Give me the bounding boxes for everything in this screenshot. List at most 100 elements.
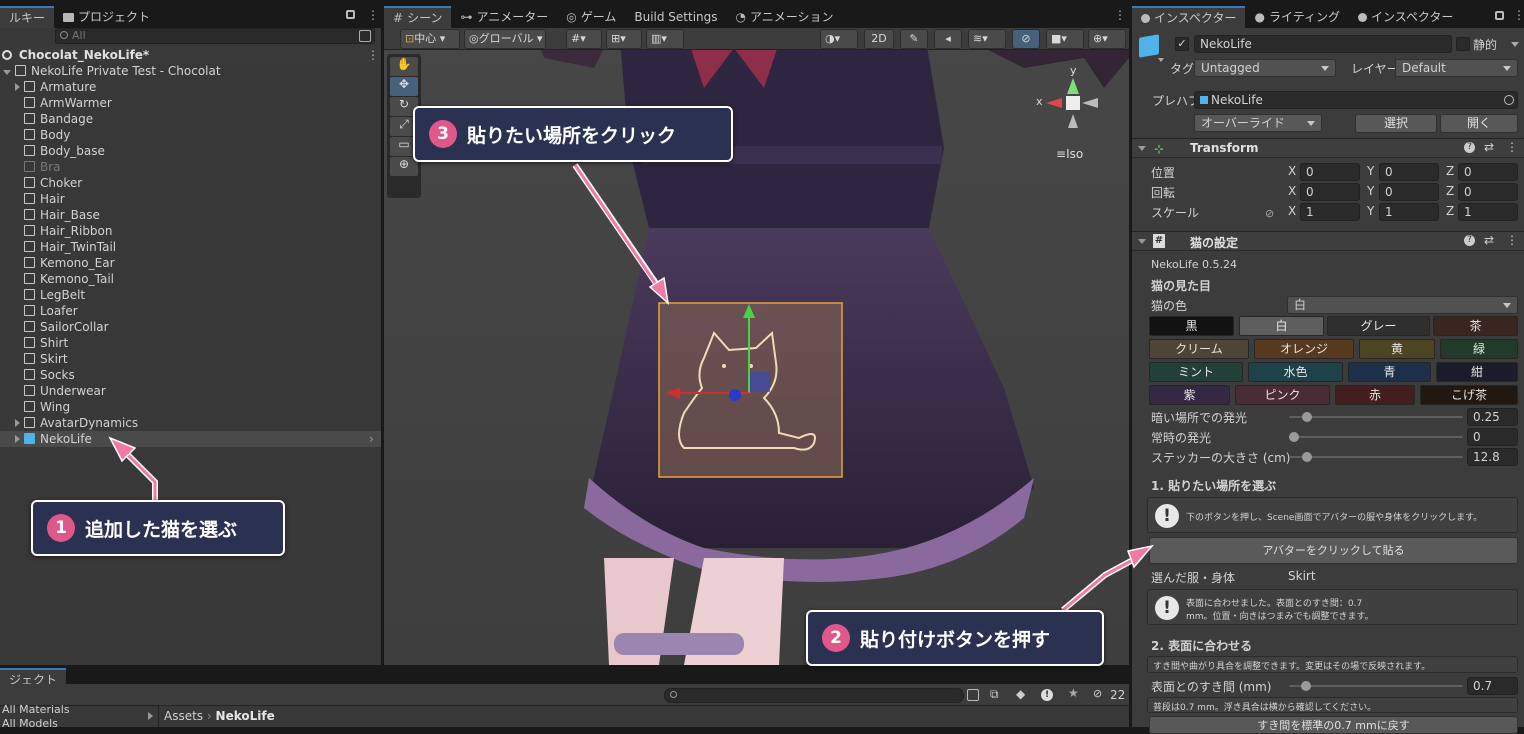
cat-color-button[interactable]: 黒 bbox=[1149, 316, 1234, 336]
dark-glow-value-field[interactable]: 0.25 bbox=[1467, 408, 1518, 426]
cat-color-button[interactable]: 黄 bbox=[1359, 339, 1435, 359]
visibility-toggle[interactable]: ⊘ bbox=[1012, 29, 1040, 49]
project-item-all-materials[interactable]: All Materials bbox=[2, 703, 70, 716]
gap-value-field[interactable]: 0.7 bbox=[1467, 677, 1518, 695]
hierarchy-root-row[interactable]: NekoLife Private Test - Chocolat bbox=[3, 63, 221, 79]
help-icon[interactable]: ? bbox=[1464, 142, 1475, 153]
transform-rotation-field[interactable]: 0 bbox=[1300, 183, 1360, 201]
transform-rotation-field[interactable]: 0 bbox=[1458, 183, 1518, 201]
open-button[interactable]: 開く bbox=[1440, 114, 1518, 133]
scene-menu-icon[interactable]: ⋮ bbox=[367, 47, 379, 63]
gizmo-neg-y-cone-icon[interactable] bbox=[1068, 114, 1078, 128]
more-menu-icon[interactable]: ⋮ bbox=[367, 8, 379, 22]
lighting-toggle[interactable]: ✎ bbox=[900, 29, 928, 49]
cat-settings-header[interactable]: # 猫の設定 ? ⇄ ⋮ bbox=[1132, 231, 1524, 251]
cat-color-button[interactable]: 茶 bbox=[1433, 316, 1518, 336]
breadcrumb-assets[interactable]: Assets bbox=[164, 709, 203, 723]
prefab-field[interactable]: NekoLife bbox=[1194, 91, 1518, 109]
layer-dropdown[interactable]: Default bbox=[1395, 59, 1518, 77]
cat-color-button[interactable]: ミント bbox=[1149, 362, 1243, 382]
hierarchy-item[interactable]: Hair_Ribbon bbox=[0, 223, 381, 239]
component-menu-icon[interactable]: ⋮ bbox=[1506, 140, 1518, 154]
scene-more-icon[interactable]: ⋮ bbox=[1114, 8, 1126, 22]
camera-dropdown[interactable]: ■▾ bbox=[1046, 29, 1084, 49]
hierarchy-item[interactable]: Kemono_Ear bbox=[0, 255, 381, 271]
transform-position-field[interactable]: 0 bbox=[1379, 163, 1439, 181]
transform-position-field[interactable]: 0 bbox=[1458, 163, 1518, 181]
hidden-packages-icon[interactable]: ⊘ bbox=[1093, 687, 1102, 700]
cat-color-button[interactable]: 緑 bbox=[1440, 339, 1518, 359]
active-checkbox[interactable]: ✓ bbox=[1175, 37, 1189, 51]
gizmo-neg-x-cone-icon[interactable] bbox=[1082, 98, 1098, 108]
audio-toggle[interactable]: ◂ bbox=[934, 29, 962, 49]
hand-tool-button[interactable]: ✋ bbox=[390, 57, 418, 76]
tab-animator[interactable]: ⊶ アニメーター bbox=[451, 6, 557, 28]
hierarchy-item[interactable]: Shirt bbox=[0, 335, 381, 351]
cat-color-button[interactable]: 白 bbox=[1239, 316, 1324, 336]
hierarchy-item[interactable]: Body_base bbox=[0, 143, 381, 159]
toggle-2d-button[interactable]: 2D bbox=[864, 29, 894, 49]
gizmo-center-cube-icon[interactable] bbox=[1066, 96, 1080, 110]
expand-arrow-icon[interactable] bbox=[15, 435, 20, 443]
tab-inspector[interactable]: インスペクター bbox=[1132, 6, 1246, 28]
inspector-lock-icon[interactable] bbox=[1495, 11, 1504, 20]
hierarchy-item[interactable]: Choker bbox=[0, 175, 381, 191]
preset-icon[interactable]: ⇄ bbox=[1484, 140, 1494, 154]
cat-color-button[interactable]: 赤 bbox=[1335, 385, 1415, 405]
inspector-more-icon[interactable]: ⋮ bbox=[1513, 8, 1524, 22]
console-warning-icon[interactable]: ! bbox=[1041, 689, 1053, 701]
projection-toggle[interactable]: ≡Iso bbox=[1056, 147, 1083, 161]
expand-arrow-icon[interactable] bbox=[15, 83, 20, 91]
expand-arrow-icon[interactable] bbox=[15, 419, 20, 427]
slider-knob[interactable] bbox=[1289, 432, 1299, 442]
hierarchy-item[interactable]: Skirt bbox=[0, 351, 381, 367]
always-glow-value-field[interactable]: 0 bbox=[1467, 428, 1518, 446]
tab-inspector-2[interactable]: インスペクター bbox=[1349, 6, 1462, 28]
transform-rotation-field[interactable]: 0 bbox=[1379, 183, 1439, 201]
hierarchy-item[interactable]: Hair_Base bbox=[0, 207, 381, 223]
hierarchy-item[interactable]: NekoLife › bbox=[0, 431, 381, 447]
hierarchy-item[interactable]: LegBelt bbox=[0, 287, 381, 303]
hierarchy-item[interactable]: Bandage bbox=[0, 111, 381, 127]
static-checkbox[interactable] bbox=[1456, 37, 1470, 51]
reset-gap-button[interactable]: すき間を標準の0.7 mmに戻す bbox=[1149, 716, 1518, 734]
chevron-right-icon[interactable]: › bbox=[369, 431, 374, 447]
hierarchy-item[interactable]: Armature bbox=[0, 79, 381, 95]
cat-color-button[interactable]: 水色 bbox=[1248, 362, 1343, 382]
hierarchy-item[interactable]: Bra bbox=[0, 159, 381, 175]
cat-color-button[interactable]: ピンク bbox=[1235, 385, 1330, 405]
tab-game[interactable]: ◎ ゲーム bbox=[557, 6, 625, 28]
breadcrumb-nekolife[interactable]: NekoLife bbox=[216, 709, 275, 723]
cat-menu-icon[interactable]: ⋮ bbox=[1506, 233, 1518, 247]
sticker-size-slider[interactable] bbox=[1289, 452, 1463, 462]
tab-scene[interactable]: # シーン bbox=[384, 6, 452, 28]
hierarchy-search-input[interactable]: All bbox=[55, 28, 375, 44]
scene-header-row[interactable]: Chocolat_NekoLife* ⋮ bbox=[0, 47, 381, 63]
tab-build-settings[interactable]: Build Settings bbox=[625, 6, 726, 28]
scale-link-icon[interactable]: ⊘ bbox=[1265, 207, 1274, 220]
increment-snap-dropdown[interactable]: ⊞▾ bbox=[606, 29, 642, 49]
hierarchy-item[interactable]: Wing bbox=[0, 399, 381, 415]
hierarchy-item[interactable]: SailorCollar bbox=[0, 319, 381, 335]
object-name-field[interactable]: NekoLife bbox=[1194, 35, 1452, 53]
cat-preset-icon[interactable]: ⇄ bbox=[1484, 233, 1494, 247]
tab-lighting[interactable]: ● ライティング bbox=[1245, 6, 1349, 28]
transform-scale-field[interactable]: 1 bbox=[1379, 203, 1439, 221]
hierarchy-item[interactable]: ArmWarmer bbox=[0, 95, 381, 111]
cat-color-button[interactable]: 紫 bbox=[1149, 385, 1230, 405]
tab-hierarchy[interactable]: ルキー bbox=[0, 6, 55, 28]
filter-label-icon[interactable]: ◆ bbox=[1016, 687, 1025, 701]
hierarchy-item[interactable]: Body bbox=[0, 127, 381, 143]
object-picker-icon[interactable] bbox=[1504, 95, 1514, 105]
gap-slider[interactable] bbox=[1289, 681, 1463, 691]
always-glow-slider[interactable] bbox=[1289, 432, 1463, 442]
sticker-size-value-field[interactable]: 12.8 bbox=[1467, 448, 1518, 466]
hierarchy-item[interactable]: AvatarDynamics bbox=[0, 415, 381, 431]
cat-color-button[interactable]: オレンジ bbox=[1254, 339, 1354, 359]
cat-color-button[interactable]: 紺 bbox=[1436, 362, 1518, 382]
search-options-icon[interactable] bbox=[359, 30, 371, 42]
transform-fold-icon[interactable] bbox=[1138, 146, 1146, 151]
grid-snap-dropdown[interactable]: #▾ bbox=[566, 29, 602, 49]
lock-icon[interactable] bbox=[346, 10, 355, 19]
gizmos-dropdown[interactable]: ⊕▾ bbox=[1088, 29, 1126, 49]
